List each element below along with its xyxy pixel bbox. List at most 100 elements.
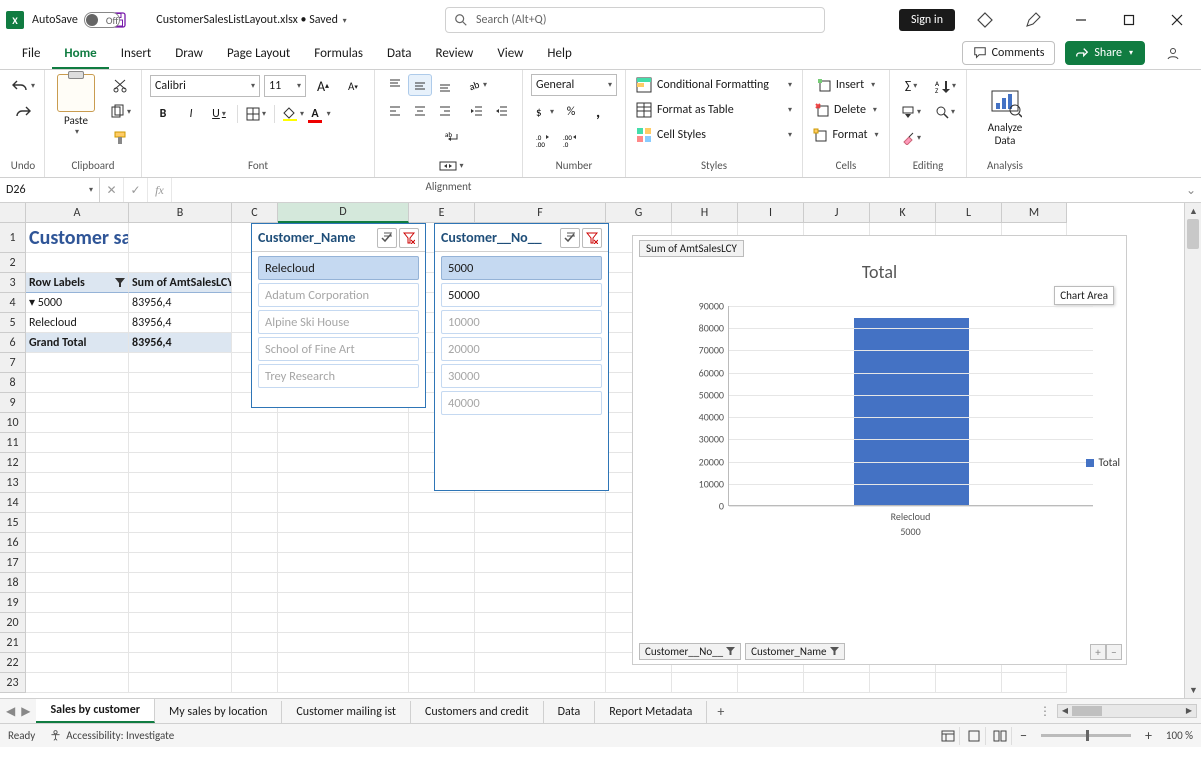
cell[interactable] (232, 673, 278, 693)
cell[interactable] (129, 513, 232, 533)
cell[interactable] (232, 513, 278, 533)
cell[interactable] (129, 453, 232, 473)
cell[interactable] (26, 393, 129, 413)
cell[interactable] (26, 433, 129, 453)
tab-home[interactable]: Home (52, 40, 108, 69)
cell[interactable] (129, 493, 232, 513)
row-header-4[interactable]: 4 (0, 293, 26, 313)
cell[interactable] (129, 653, 232, 673)
cell[interactable] (232, 433, 278, 453)
sign-in-button[interactable]: Sign in (899, 9, 955, 31)
increase-font-icon[interactable]: A▴ (310, 74, 336, 98)
col-header-J[interactable]: J (804, 203, 870, 223)
cell[interactable] (26, 653, 129, 673)
percent-button[interactable]: % (558, 100, 584, 124)
cell[interactable] (26, 493, 129, 513)
cell[interactable] (475, 533, 606, 553)
font-name-dropdown[interactable]: Calibri▾ (150, 75, 260, 97)
col-header-K[interactable]: K (870, 203, 936, 223)
filter-active-icon[interactable] (115, 278, 125, 288)
row-header-1[interactable]: 1 (0, 223, 26, 253)
file-name[interactable]: CustomerSalesListLayout.xlsx • Saved ▾ (156, 13, 346, 27)
undo-button[interactable]: ▾ (10, 74, 36, 98)
col-header-H[interactable]: H (672, 203, 738, 223)
tab-view[interactable]: View (485, 40, 535, 69)
cell[interactable]: ▾ 5000 (26, 293, 129, 313)
format-painter-button[interactable] (107, 126, 133, 150)
col-header-B[interactable]: B (129, 203, 232, 223)
cell[interactable] (409, 633, 475, 653)
slicer-item[interactable]: Trey Research (258, 364, 419, 388)
cell[interactable] (278, 413, 409, 433)
worksheet-grid[interactable]: ABCDEFGHIJKLM 12345678910111213141516171… (0, 203, 1201, 698)
sheet-menu-icon[interactable]: ⋮ (1039, 704, 1051, 719)
cell[interactable] (129, 553, 232, 573)
cell[interactable] (129, 573, 232, 593)
increase-indent-button[interactable] (490, 100, 514, 122)
row-header-3[interactable]: 3 (0, 273, 26, 293)
slicer-item[interactable]: Alpine Ski House (258, 310, 419, 334)
cell[interactable] (278, 473, 409, 493)
slicer-item[interactable]: School of Fine Art (258, 337, 419, 361)
cell[interactable] (26, 253, 129, 273)
cell[interactable] (409, 593, 475, 613)
cancel-formula-icon[interactable]: ✕ (100, 178, 124, 202)
row-header-16[interactable]: 16 (0, 533, 26, 553)
number-format-dropdown[interactable]: General▾ (531, 74, 617, 96)
cell[interactable] (26, 513, 129, 533)
cell[interactable] (26, 373, 129, 393)
cell[interactable] (278, 613, 409, 633)
cell[interactable]: Relecloud (26, 313, 129, 333)
cell[interactable] (278, 633, 409, 653)
autosum-button[interactable]: ∑▾ (898, 74, 924, 98)
align-left-button[interactable] (383, 100, 407, 122)
tab-draw[interactable]: Draw (163, 40, 215, 69)
fill-button[interactable]: ▾ (898, 100, 924, 124)
bold-button[interactable]: B (150, 102, 176, 126)
insert-cells-button[interactable]: Insert▾ (811, 74, 881, 96)
cell[interactable] (129, 473, 232, 493)
scroll-thumb[interactable] (1187, 219, 1199, 249)
slicer-item[interactable]: 40000 (441, 391, 602, 415)
find-select-button[interactable]: ▾ (932, 100, 958, 124)
cell[interactable] (26, 473, 129, 493)
cell[interactable] (475, 553, 606, 573)
redo-button[interactable] (10, 100, 36, 124)
cell[interactable] (129, 593, 232, 613)
cell[interactable]: Row Labels (26, 273, 129, 293)
horizontal-scrollbar[interactable]: ◀ ▶ (1057, 704, 1197, 718)
cell[interactable] (232, 633, 278, 653)
cell[interactable] (936, 673, 1002, 693)
cell[interactable] (26, 553, 129, 573)
cell[interactable] (129, 253, 232, 273)
select-all-corner[interactable] (0, 203, 26, 223)
slicer-item[interactable]: Adatum Corporation (258, 283, 419, 307)
cell[interactable] (278, 653, 409, 673)
cell[interactable] (232, 413, 278, 433)
font-size-dropdown[interactable]: 11▾ (264, 75, 306, 97)
row-header-17[interactable]: 17 (0, 553, 26, 573)
name-box[interactable]: D26▾ (0, 178, 100, 202)
pivot-filter-button[interactable]: Customer__No__ (639, 643, 741, 660)
ribbon-overflow-icon[interactable] (1155, 42, 1191, 64)
paste-label[interactable]: Paste (64, 114, 88, 127)
col-header-I[interactable]: I (738, 203, 804, 223)
cut-button[interactable] (107, 74, 133, 98)
decrease-decimal-button[interactable]: .00.0 (558, 128, 584, 152)
sheet-tab[interactable]: Customer mailing ist (282, 701, 411, 723)
minimize-button[interactable] (1063, 6, 1099, 34)
cell[interactable] (672, 673, 738, 693)
row-header-13[interactable]: 13 (0, 473, 26, 493)
share-button[interactable]: Share ▾ (1065, 41, 1145, 65)
cell[interactable] (475, 493, 606, 513)
col-header-F[interactable]: F (475, 203, 606, 223)
cell[interactable] (26, 613, 129, 633)
multiselect-icon[interactable] (560, 228, 580, 248)
cell[interactable]: 83956,4 (129, 313, 232, 333)
row-header-14[interactable]: 14 (0, 493, 26, 513)
cell[interactable] (26, 593, 129, 613)
cell[interactable] (232, 573, 278, 593)
cell[interactable] (804, 673, 870, 693)
cell[interactable] (475, 513, 606, 533)
row-header-23[interactable]: 23 (0, 673, 26, 693)
